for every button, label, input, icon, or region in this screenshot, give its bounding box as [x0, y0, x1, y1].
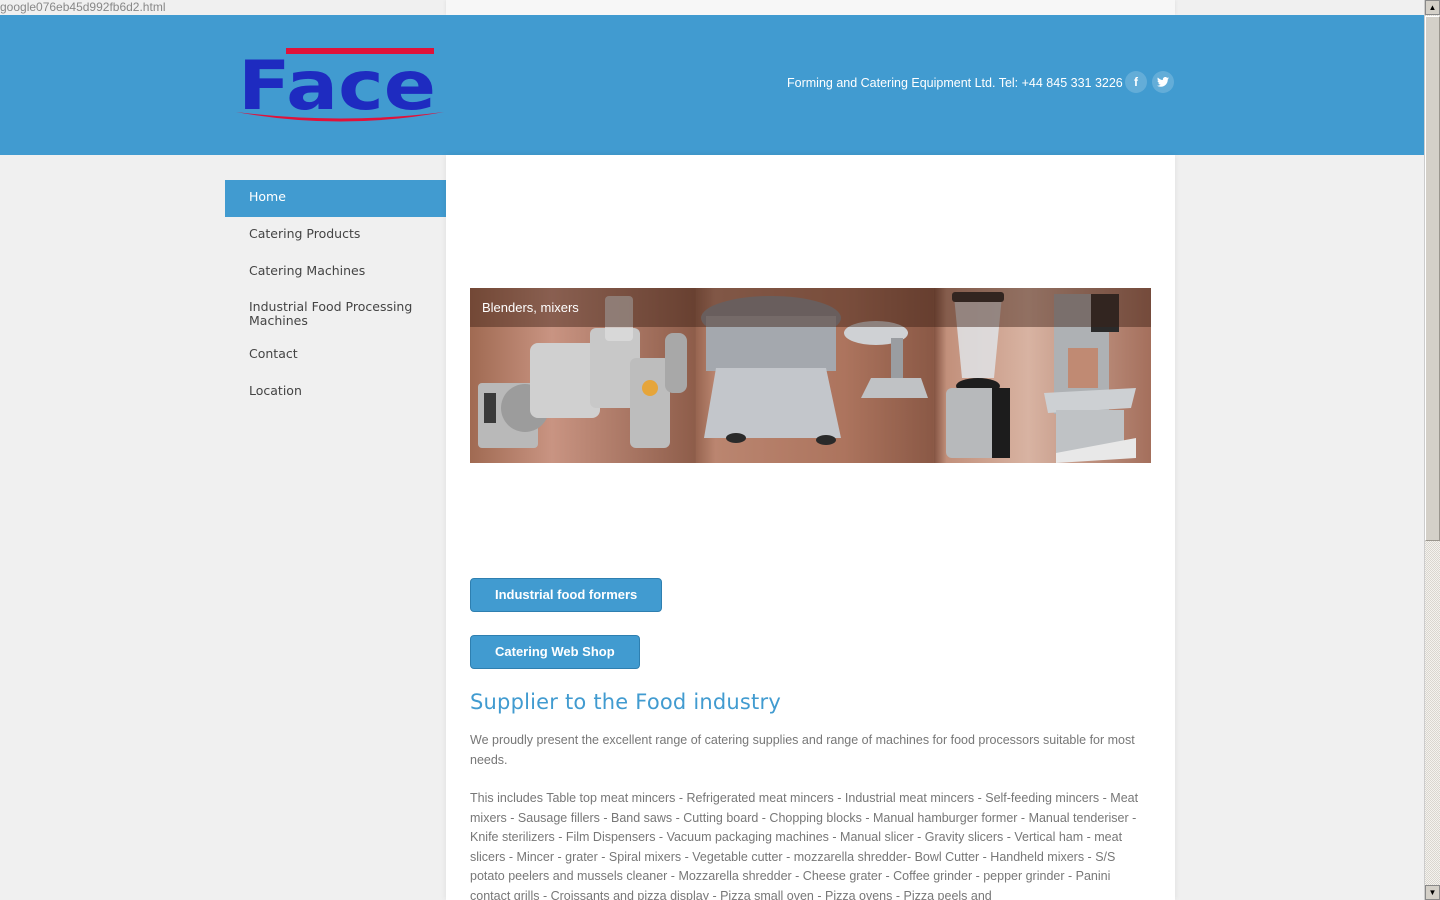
twitter-icon[interactable]	[1152, 71, 1174, 93]
site-header: Face Forming and Catering Equipment Ltd.…	[0, 15, 1424, 155]
intro-paragraph: We proudly present the excellent range o…	[470, 733, 1135, 767]
sidebar-item-home[interactable]: Home	[225, 180, 446, 217]
slider-caption: Blenders, mixers	[482, 300, 579, 315]
scroll-down-arrow-icon[interactable]: ▼	[1425, 885, 1440, 900]
vertical-scrollbar[interactable]: ▲ ▼	[1424, 0, 1440, 900]
twitter-bird-glyph	[1157, 77, 1169, 87]
main-content: Blenders, mixers Industrial food formers…	[446, 155, 1175, 900]
logo-text: Face	[238, 47, 436, 126]
page-heading: Supplier to the Food industry	[470, 690, 781, 714]
scrollbar-thumb[interactable]	[1425, 16, 1440, 541]
face-logo[interactable]: Face	[236, 45, 446, 127]
sidebar-item-location[interactable]: Location	[225, 374, 446, 411]
page-url-label: google076eb45d992fb6d2.html	[0, 0, 166, 14]
image-slider[interactable]: Blenders, mixers	[470, 288, 1151, 463]
products-list-paragraph: This includes Table top meat mincers - R…	[470, 791, 1139, 900]
company-info: Forming and Catering Equipment Ltd. Tel:…	[787, 76, 1123, 90]
content-column-top	[446, 0, 1175, 15]
industrial-food-formers-button[interactable]: Industrial food formers	[470, 578, 663, 612]
catering-web-shop-button[interactable]: Catering Web Shop	[470, 635, 640, 669]
sidebar-item-industrial-food-processing[interactable]: Industrial Food Processing Machines	[225, 291, 446, 337]
facebook-icon[interactable]: f	[1125, 71, 1147, 93]
scroll-up-arrow-icon[interactable]: ▲	[1425, 0, 1440, 15]
sidebar-item-catering-products[interactable]: Catering Products	[225, 217, 446, 254]
sidebar-item-contact[interactable]: Contact	[225, 337, 446, 374]
sidebar-item-catering-machines[interactable]: Catering Machines	[225, 254, 446, 291]
sidebar-nav: Home Catering Products Catering Machines…	[225, 180, 446, 411]
